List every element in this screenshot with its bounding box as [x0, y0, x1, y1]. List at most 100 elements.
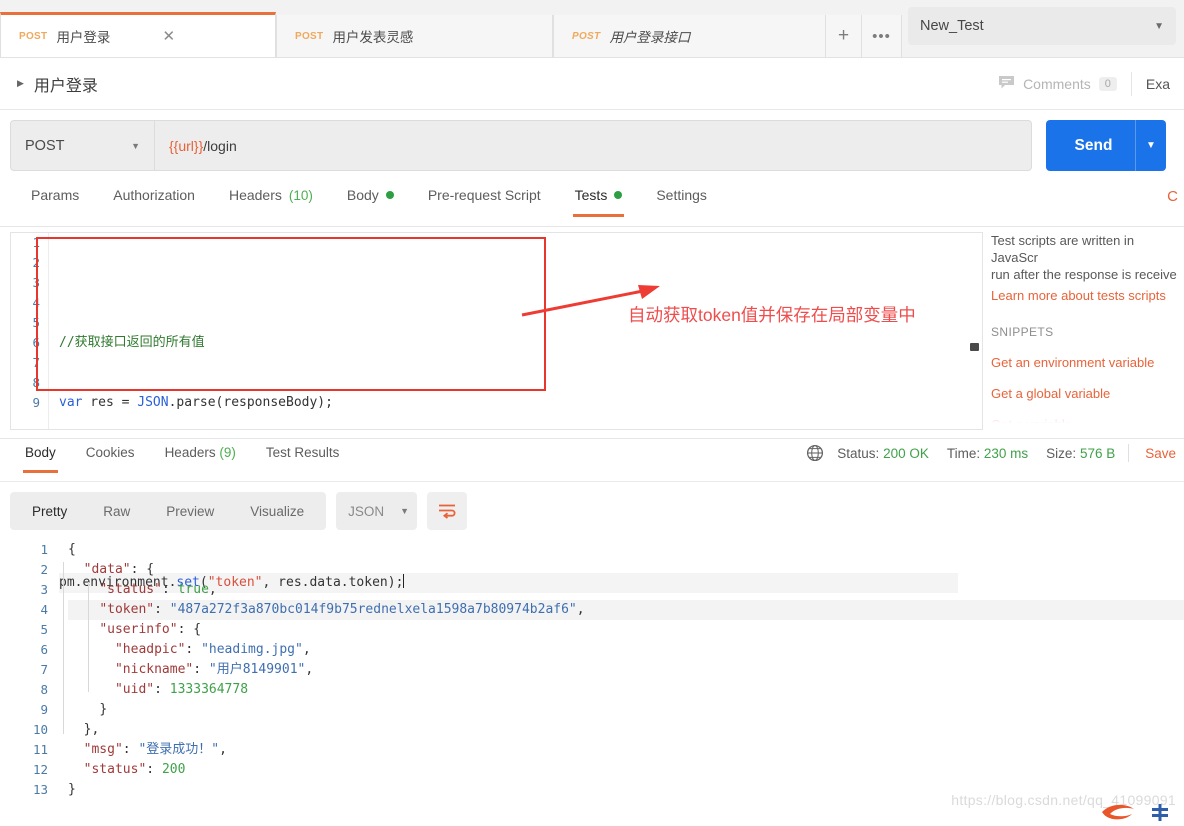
response-headers-count: (9)	[219, 445, 236, 460]
close-icon[interactable]: ✕	[162, 29, 175, 44]
json-line: "msg": "登录成功！",	[68, 740, 1184, 760]
json-token: "status"	[83, 762, 147, 777]
response-status-group: Status: 200 OK Time: 230 ms Size: 576 B …	[806, 444, 1184, 462]
response-tab-cookies[interactable]: Cookies	[71, 440, 150, 473]
line-number: 9	[40, 702, 48, 717]
divider	[1128, 444, 1130, 462]
tab-params[interactable]: Params	[14, 182, 96, 217]
save-response-link[interactable]: Save	[1133, 446, 1184, 461]
url-variable-token: {{url}}	[169, 137, 204, 154]
json-token: "nickname"	[114, 662, 194, 677]
json-token: : {	[177, 622, 202, 637]
comment-bubble-icon	[998, 75, 1015, 93]
tab-settings[interactable]: Settings	[639, 182, 724, 217]
tab-pre-request-script[interactable]: Pre-request Script	[411, 182, 558, 217]
learn-more-link[interactable]: Learn more about tests scripts	[991, 288, 1184, 303]
code-line: var res = JSON.parse(responseBody);	[59, 395, 333, 410]
editor-code-area[interactable]: //获取接口返回的所有值 var res = JSON.parse(respon…	[49, 233, 958, 593]
size-badge: Size: 576 B	[1037, 446, 1124, 461]
json-token: "token"	[99, 602, 155, 617]
page-title: 用户登录	[33, 77, 98, 95]
tab-method-badge: POST	[19, 30, 48, 42]
http-method-select[interactable]: POST ▼	[10, 120, 154, 171]
json-token: ,	[305, 662, 314, 677]
postman-app: POST 用户登录 ✕ POST 用户发表灵感 POST 用户登录接口 + ••…	[0, 0, 1184, 826]
tab-options-icon[interactable]: •••	[862, 15, 902, 57]
response-language-select[interactable]: JSON ▼	[336, 492, 418, 530]
line-number: 6	[40, 642, 48, 657]
json-token: "登录成功！"	[138, 742, 220, 757]
cookies-icon[interactable]: C	[1167, 188, 1178, 205]
time-badge: Time: 230 ms	[938, 446, 1037, 461]
json-token: : {	[130, 562, 155, 577]
url-input[interactable]: {{url}}/login	[154, 120, 1032, 171]
divider	[0, 438, 1184, 439]
json-line: "status": true,	[68, 580, 1184, 600]
disclosure-triangle-icon[interactable]: ▶	[17, 78, 24, 89]
status-value: 200 OK	[883, 445, 929, 461]
json-token: :	[193, 662, 209, 677]
status-label: Status:	[837, 445, 880, 461]
view-preview[interactable]: Preview	[148, 498, 232, 525]
response-gutter: 1 2 3 4 5 6 7 8 9 10 11 12 13	[0, 540, 58, 796]
new-tab-button[interactable]: +	[826, 15, 862, 57]
response-body-viewer[interactable]: 1 2 3 4 5 6 7 8 9 10 11 12 13 { "data": …	[0, 540, 1184, 796]
globe-icon	[806, 444, 824, 462]
tab-headers[interactable]: Headers (10)	[212, 182, 330, 217]
snippets-panel: Test scripts are written in JavaScr run …	[991, 232, 1184, 430]
json-line: }	[68, 780, 1184, 796]
view-visualize[interactable]: Visualize	[232, 498, 322, 525]
line-number: 1	[40, 542, 48, 557]
request-tab-0[interactable]: POST 用户登录 ✕	[0, 12, 276, 57]
send-label: Send	[1074, 136, 1113, 154]
send-button[interactable]: Send ▼	[1046, 120, 1166, 171]
editor-scrollbar-thumb[interactable]	[970, 343, 979, 351]
environment-selector[interactable]: New_Test ▼	[908, 7, 1176, 45]
size-value: 576 B	[1079, 445, 1116, 461]
json-line: "data": {	[68, 560, 1184, 580]
examples-button[interactable]: Exa	[1132, 76, 1184, 92]
wrap-lines-icon[interactable]	[427, 492, 468, 530]
json-token: 1333364778	[169, 682, 249, 697]
view-raw[interactable]: Raw	[85, 498, 148, 525]
tab-label: 用户发表灵感	[332, 30, 414, 45]
line-number: 12	[32, 762, 48, 777]
json-token: "userinfo"	[99, 622, 178, 637]
size-label: Size:	[1046, 445, 1077, 461]
response-tab-headers[interactable]: Headers (9)	[150, 440, 251, 473]
tab-authorization[interactable]: Authorization	[96, 182, 212, 217]
line-number: 4	[40, 602, 48, 617]
snippets-heading: SNIPPETS	[991, 325, 1054, 339]
line-number: 5	[32, 315, 40, 330]
tab-tests[interactable]: Tests	[558, 182, 640, 217]
json-line: "nickname": "用户8149901",	[68, 660, 1184, 680]
line-number: 7	[32, 355, 40, 370]
json-token: "data"	[83, 562, 131, 577]
json-token: :	[154, 682, 170, 697]
json-line-active: "token": "487a272f3a870bc014f9b75rednelx…	[68, 600, 1184, 620]
json-token: "msg"	[83, 742, 123, 757]
request-header-actions: Comments 0 Exa	[984, 58, 1184, 110]
send-options-chevron-icon[interactable]: ▼	[1136, 140, 1166, 151]
json-token: ,	[576, 602, 585, 617]
annotation-text: 自动获取token值并保存在局部变量中	[628, 305, 916, 325]
response-tab-test-results[interactable]: Test Results	[251, 440, 355, 473]
snippet-get-global-variable[interactable]: Get a global variable	[991, 386, 1184, 401]
json-token: "status"	[99, 582, 162, 597]
line-number: 3	[32, 275, 40, 290]
line-number: 4	[32, 295, 40, 310]
tab-label: 用户登录	[56, 30, 111, 45]
json-token: :	[185, 642, 202, 657]
tab-body[interactable]: Body	[330, 182, 411, 217]
line-number: 10	[32, 722, 48, 737]
editor-scrollbar[interactable]	[970, 235, 979, 427]
tests-script-editor[interactable]: 1 2 3 4 5 6 7 8 9 //获取接口返回的所有值 var res =…	[10, 232, 983, 593]
comments-count-badge: 0	[1098, 77, 1117, 91]
environment-name: New_Test	[920, 18, 984, 34]
snippet-get-environment-variable[interactable]: Get an environment variable	[991, 355, 1184, 370]
comments-button[interactable]: Comments 0	[984, 75, 1131, 93]
view-pretty[interactable]: Pretty	[14, 498, 85, 525]
response-tab-body[interactable]: Body	[10, 440, 71, 473]
request-tab-2[interactable]: POST 用户登录接口	[553, 15, 826, 57]
request-tab-1[interactable]: POST 用户发表灵感	[276, 15, 553, 57]
